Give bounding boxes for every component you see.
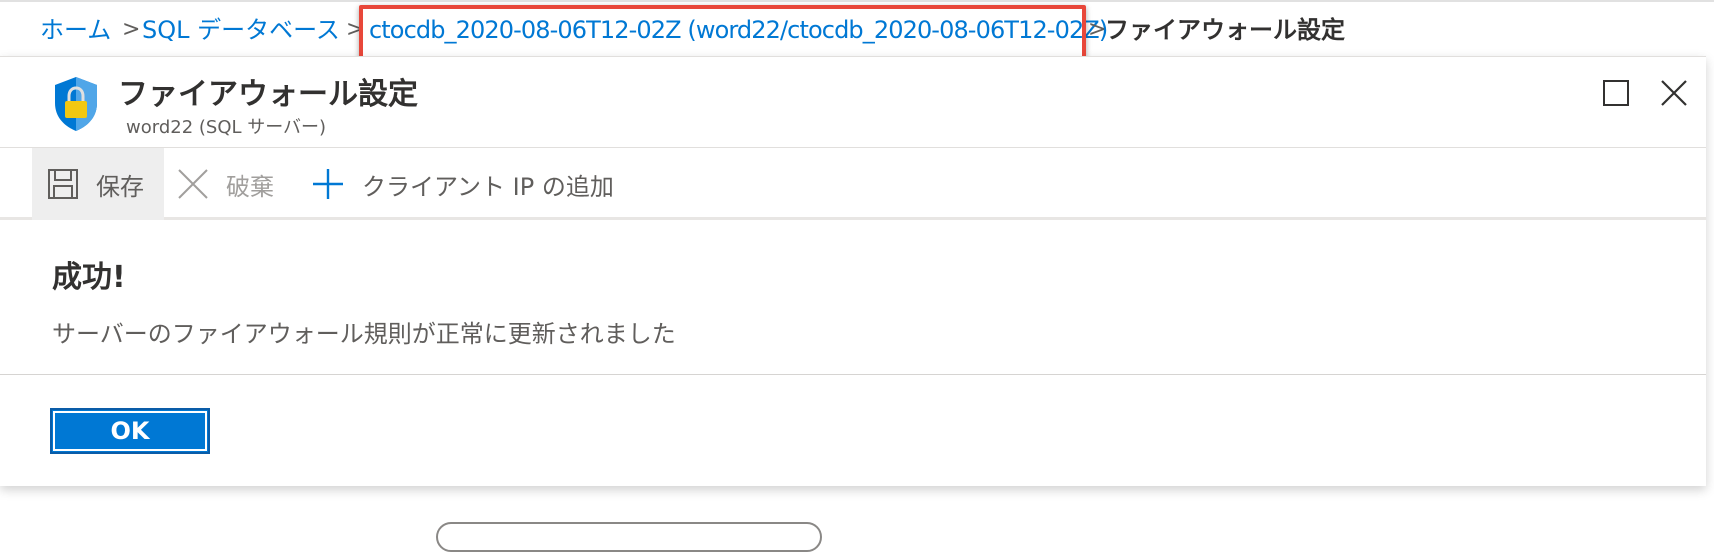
breadcrumb-sql-database-link[interactable]: SQL データベース <box>142 14 340 46</box>
maximize-icon[interactable] <box>1598 75 1634 111</box>
firewall-settings-blade: ファイアウォール設定 word22 (SQL サーバー) 保存 破棄 クライアン… <box>0 56 1706 486</box>
highlight-annotation-box <box>359 5 1086 60</box>
breadcrumb-separator: > <box>122 17 141 42</box>
plus-icon <box>313 169 343 199</box>
dialog-message: サーバーのファイアウォール規則が正常に更新されました <box>52 320 676 348</box>
breadcrumb-separator: > <box>1088 17 1107 42</box>
ok-button[interactable]: OK <box>50 408 210 454</box>
discard-label: 破棄 <box>226 172 274 201</box>
partial-button[interactable] <box>436 522 822 552</box>
close-icon[interactable] <box>1656 75 1692 111</box>
success-dialog: 成功! サーバーのファイアウォール規則が正常に更新されました OK <box>0 224 1706 487</box>
blade-subtitle: word22 (SQL サーバー) <box>126 117 327 138</box>
breadcrumb-home-link[interactable]: ホーム <box>40 14 111 46</box>
shield-lock-icon <box>55 77 97 131</box>
discard-icon <box>178 169 208 199</box>
command-bar: 保存 破棄 クライアント IP の追加 <box>0 148 1706 220</box>
dialog-divider <box>0 374 1706 375</box>
save-icon <box>48 169 78 199</box>
add-client-ip-label: クライアント IP の追加 <box>362 172 614 201</box>
blade-header: ファイアウォール設定 word22 (SQL サーバー) <box>0 57 1706 148</box>
save-label: 保存 <box>96 172 144 201</box>
add-client-ip-button[interactable]: クライアント IP の追加 <box>310 148 614 220</box>
discard-button[interactable]: 破棄 <box>176 148 274 220</box>
save-button[interactable]: 保存 <box>32 148 164 220</box>
breadcrumb: ホーム > SQL データベース > ctocdb_2020-08-06T12-… <box>0 0 1714 60</box>
blade-title: ファイアウォール設定 <box>118 77 418 112</box>
dialog-title: 成功! <box>52 260 126 295</box>
breadcrumb-current-page: ファイアウォール設定 <box>1105 16 1345 44</box>
